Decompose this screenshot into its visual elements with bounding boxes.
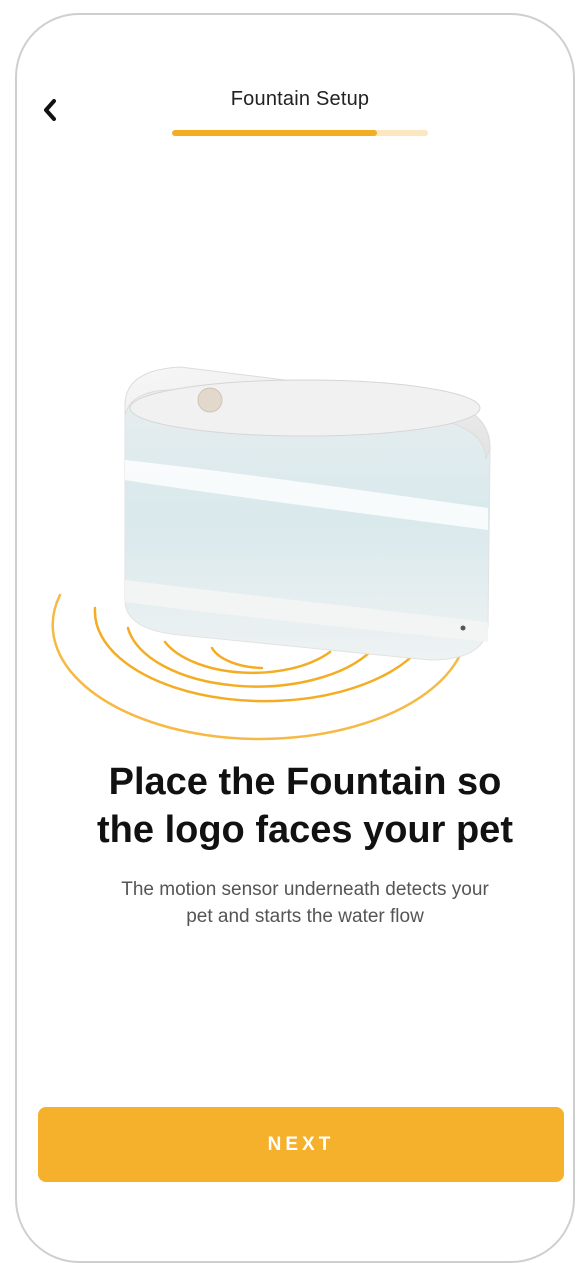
instruction-subtext: The motion sensor underneath detects you… (50, 876, 560, 930)
fountain-illustration (0, 330, 580, 760)
headline-line-2: the logo faces your pet (97, 809, 513, 851)
fountain-body (124, 366, 491, 661)
setup-progress-fill (172, 130, 377, 136)
headline-line-1: Place the Fountain so (108, 761, 502, 803)
fountain-image (51, 366, 491, 741)
subtext-line-2: pet and starts the water flow (186, 906, 424, 927)
next-button[interactable]: NEXT (38, 1107, 564, 1182)
subtext-line-1: The motion sensor underneath detects you… (121, 879, 489, 900)
setup-progress-bar (172, 130, 428, 136)
page-title: Fountain Setup (230, 88, 370, 110)
instruction-headline: Place the Fountain so the logo faces you… (30, 758, 580, 854)
header: Fountain Setup (0, 0, 580, 150)
